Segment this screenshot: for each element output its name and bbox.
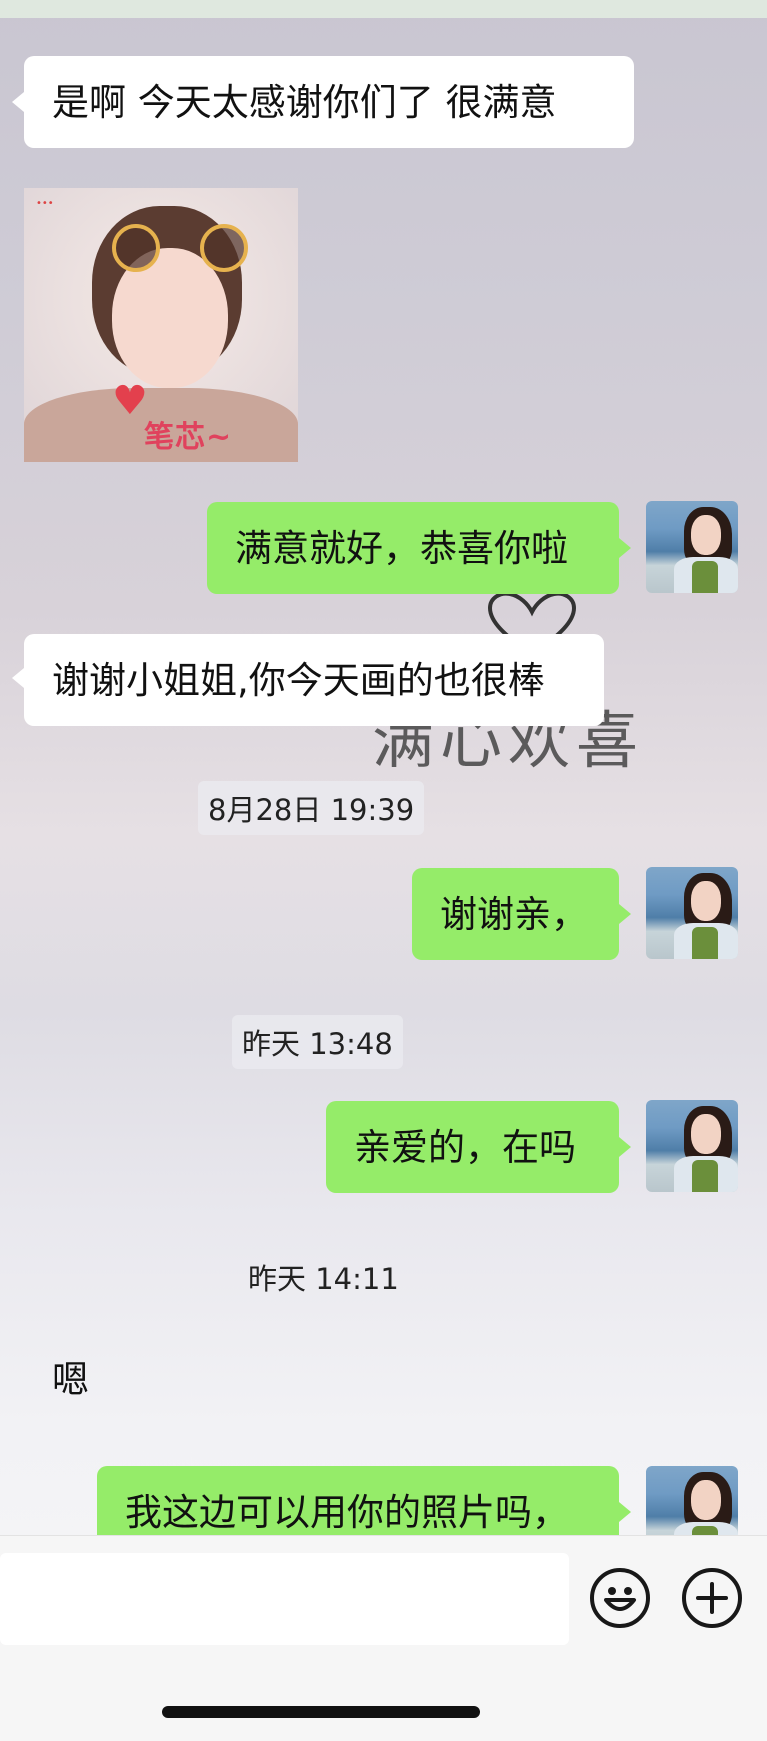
heart-icon: ♥ — [112, 378, 148, 424]
message-bubble[interactable]: 谢谢小姐姐,你今天画的也很棒 — [24, 634, 604, 726]
timestamp: 8月28日 19:39 — [198, 781, 425, 835]
message-input[interactable] — [0, 1553, 569, 1645]
sticker-caption: 笔芯~ — [144, 420, 233, 455]
timestamp: 昨天 14:11 — [248, 1262, 399, 1296]
avatar[interactable] — [646, 867, 738, 959]
smiley-face-icon[interactable] — [590, 1568, 650, 1628]
avatar[interactable] — [646, 501, 738, 593]
message-bubble[interactable]: 谢谢亲， — [412, 868, 619, 960]
plus-circle-icon[interactable] — [682, 1568, 742, 1628]
avatar[interactable] — [646, 1100, 738, 1192]
home-indicator[interactable] — [162, 1706, 480, 1718]
message-bubble[interactable]: 满意就好，恭喜你啦 — [207, 502, 619, 594]
message-bubble[interactable]: 亲爱的，在吗 — [326, 1101, 619, 1193]
status-strip — [0, 0, 767, 18]
timestamp: 昨天 13:48 — [232, 1015, 403, 1069]
message-bubble[interactable]: 是啊 今天太感谢你们了 很满意 — [24, 56, 634, 148]
sticker-image[interactable]: ••• ♥ 笔芯~ — [24, 188, 298, 462]
message-bubble[interactable]: 嗯 — [24, 1333, 120, 1425]
